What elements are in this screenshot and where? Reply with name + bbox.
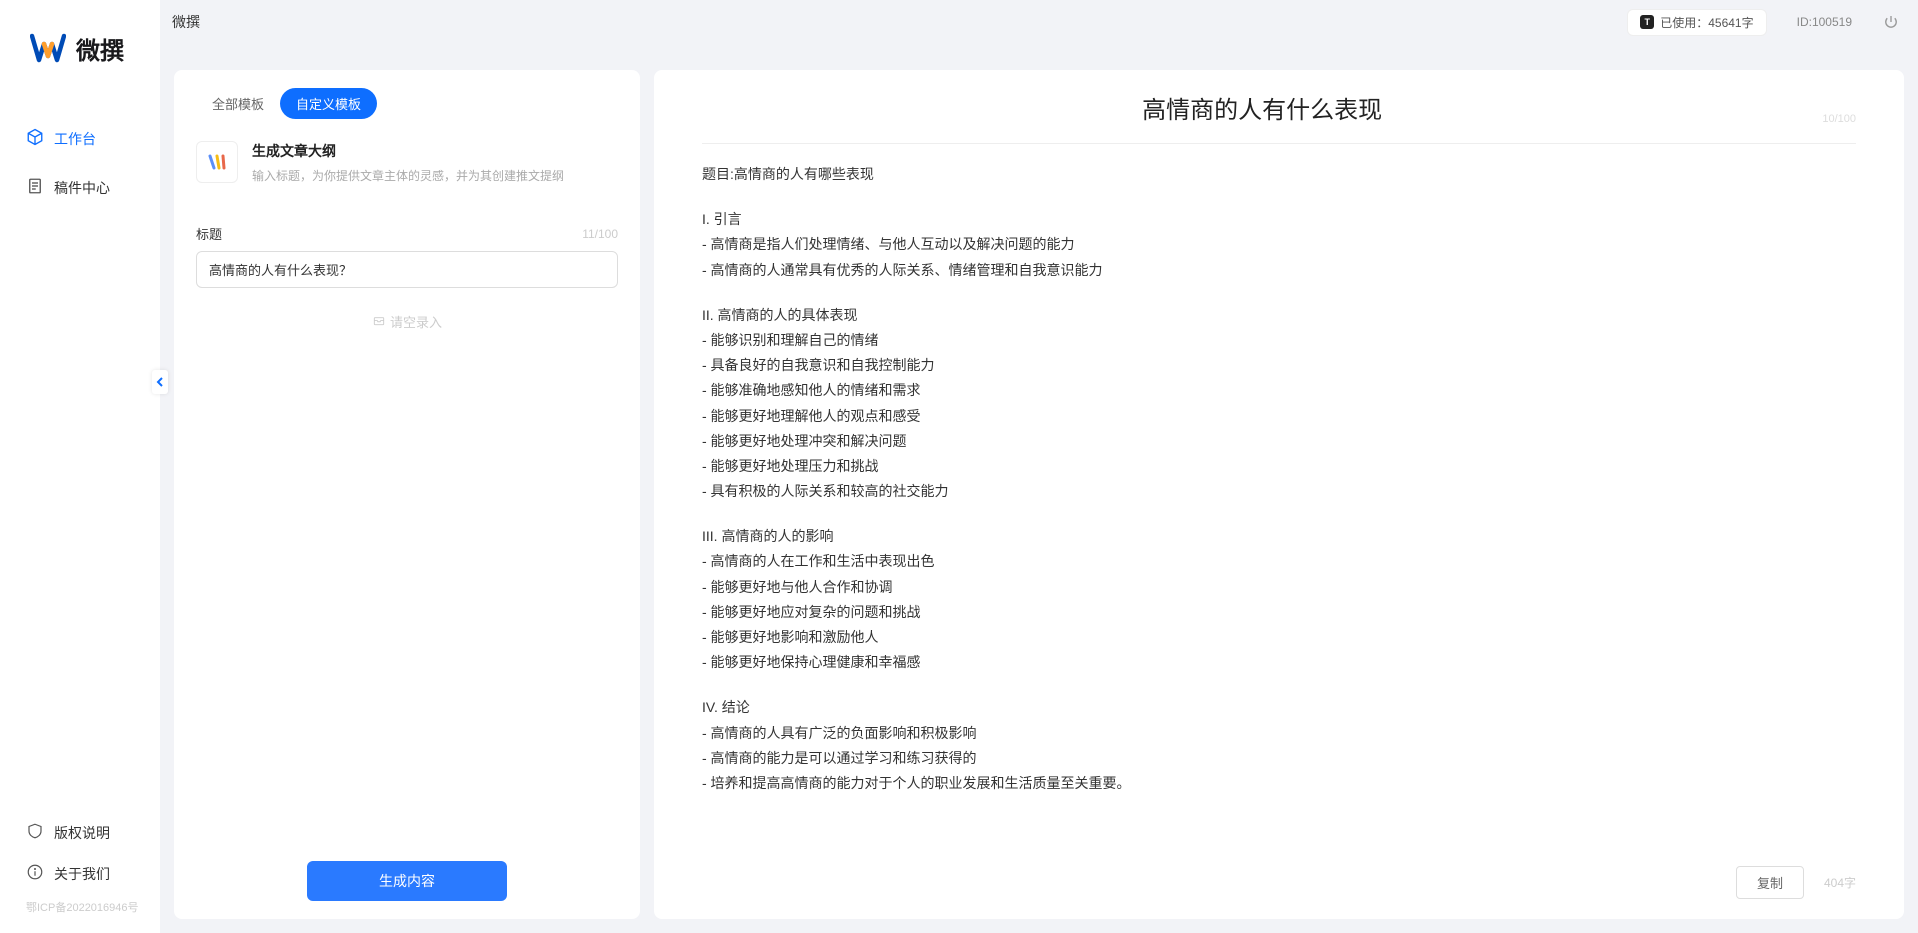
shield-icon (26, 822, 44, 843)
sidebar-item-drafts[interactable]: 稿件中心 (0, 169, 160, 206)
generate-button[interactable]: 生成内容 (307, 861, 507, 901)
template-card: 生成文章大纲 输入标题，为你提供文章主体的灵感，并为其创建推文提纲 (196, 141, 618, 184)
output-body[interactable]: 题目:高情商的人有哪些表现 I. 引言 - 高情商是指人们处理情绪、与他人互动以及… (702, 162, 1856, 854)
output-section: 题目:高情商的人有哪些表现 (702, 162, 1856, 187)
document-icon (26, 177, 44, 198)
sidebar-collapse-handle[interactable] (152, 370, 168, 394)
template-desc: 输入标题，为你提供文章主体的灵感，并为其创建推文提纲 (252, 167, 618, 184)
power-button[interactable] (1882, 13, 1900, 31)
title-label: 标题 (196, 224, 222, 243)
tab-all-templates[interactable]: 全部模板 (196, 88, 280, 119)
output-section: III. 高情商的人的影响 - 高情商的人在工作和生活中表现出色 - 能够更好地… (702, 524, 1856, 675)
tab-custom-templates[interactable]: 自定义模板 (280, 88, 377, 119)
text-badge-icon: T (1640, 15, 1654, 29)
output-header: 高情商的人有什么表现 10/100 (702, 90, 1856, 144)
output-section: II. 高情商的人的具体表现 - 能够识别和理解自己的情绪 - 具备良好的自我意… (702, 303, 1856, 505)
output-title-count: 10/100 (1822, 113, 1856, 125)
top-bar-right: T 已使用：45641字 ID:100519 (1627, 9, 1900, 36)
title-char-count: 11/100 (582, 227, 618, 241)
top-bar: 微撰 T 已使用：45641字 ID:100519 (160, 0, 1918, 44)
template-tabs: 全部模板 自定义模板 (196, 88, 618, 119)
template-name: 生成文章大纲 (252, 141, 618, 161)
sidebar-bottom: 版权说明 关于我们 鄂ICP备2022016946号 (0, 812, 160, 933)
icp-text: 鄂ICP备2022016946号 (0, 894, 160, 923)
sidebar-item-copyright[interactable]: 版权说明 (0, 812, 160, 853)
app-root: 微撰 工作台 稿件中心 版权说明 (0, 0, 1918, 933)
word-count: 404字 (1824, 874, 1856, 891)
output-section: I. 引言 - 高情商是指人们处理情绪、与他人互动以及解决问题的能力 - 高情商… (702, 207, 1856, 283)
usage-pill[interactable]: T 已使用：45641字 (1627, 9, 1766, 36)
user-id: ID:100519 (1797, 15, 1852, 29)
app-title: 微撰 (172, 12, 200, 32)
left-panel: 全部模板 自定义模板 生成文章大纲 输入标题，为你提供文章主体的灵感， (174, 70, 640, 919)
cube-icon (26, 128, 44, 149)
books-icon (205, 150, 229, 174)
sidebar-item-workspace[interactable]: 工作台 (0, 120, 160, 157)
empty-hint: 请空录入 (196, 312, 618, 331)
template-info: 生成文章大纲 输入标题，为你提供文章主体的灵感，并为其创建推文提纲 (252, 141, 618, 184)
brand-name: 微撰 (76, 31, 124, 66)
logo: 微撰 (0, 0, 160, 96)
info-icon (26, 863, 44, 884)
empty-hint-text: 请空录入 (390, 312, 442, 331)
panels: 全部模板 自定义模板 生成文章大纲 输入标题，为你提供文章主体的灵感， (160, 70, 1918, 933)
right-panel: 高情商的人有什么表现 10/100 题目:高情商的人有哪些表现 I. 引言 - 高… (654, 70, 1904, 919)
output-section: IV. 结论 - 高情商的人具有广泛的负面影响和积极影响 - 高情商的能力是可以… (702, 695, 1856, 796)
left-panel-footer: 生成内容 (196, 861, 618, 901)
sidebar-item-about[interactable]: 关于我们 (0, 853, 160, 894)
bottom-item-label: 关于我们 (54, 864, 110, 884)
sidebar: 微撰 工作台 稿件中心 版权说明 (0, 0, 160, 933)
title-label-row: 标题 11/100 (196, 224, 618, 243)
main-area: 微撰 T 已使用：45641字 ID:100519 全部模板 自定义模板 (160, 0, 1918, 933)
right-panel-footer: 复制 404字 (702, 854, 1856, 899)
nav-label: 稿件中心 (54, 178, 110, 198)
copy-button[interactable]: 复制 (1736, 866, 1804, 899)
chevron-left-icon (156, 376, 164, 388)
usage-label: 已使用：45641字 (1660, 14, 1753, 31)
power-icon (1882, 13, 1900, 31)
nav-items: 工作台 稿件中心 (0, 96, 160, 812)
bottom-item-label: 版权说明 (54, 823, 110, 843)
nav-label: 工作台 (54, 129, 96, 149)
template-icon (196, 141, 238, 183)
logo-icon (30, 30, 66, 66)
inbox-icon (372, 313, 386, 330)
output-title: 高情商的人有什么表现 (702, 90, 1822, 125)
title-input[interactable] (196, 251, 618, 288)
